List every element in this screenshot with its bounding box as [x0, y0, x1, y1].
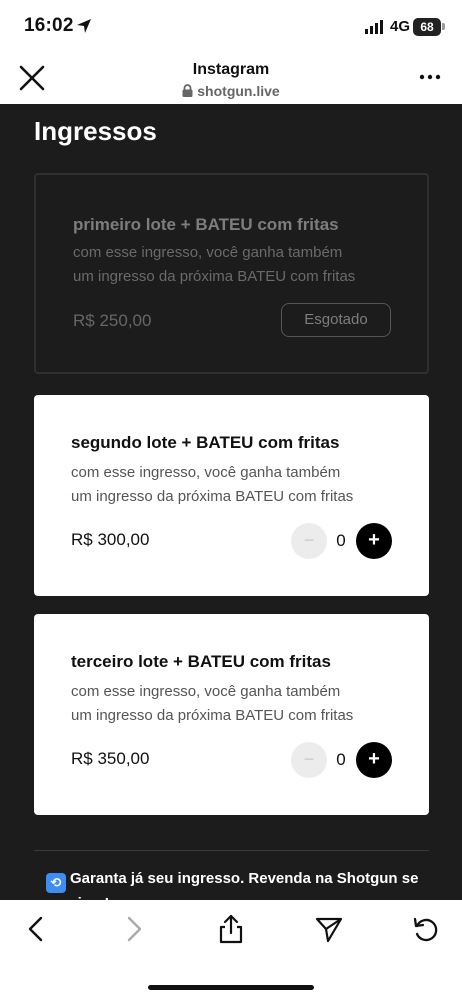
lock-icon: [182, 84, 193, 97]
ticket-price: R$ 350,00: [71, 749, 150, 768]
url-text: shotgun.live: [197, 83, 280, 99]
ticket-name: terceiro lote + BATEU com fritas: [71, 652, 331, 671]
ticket-card: segundo lote + BATEU com fritas com esse…: [34, 395, 429, 596]
battery-tip: [442, 23, 445, 30]
increase-quantity-button[interactable]: +: [356, 523, 392, 559]
ticket-price: R$ 300,00: [71, 530, 150, 549]
resale-text: Garanta já seu ingresso. Revenda na Shot…: [46, 870, 419, 900]
decrease-quantity-button[interactable]: −: [291, 742, 327, 778]
section-title: Ingressos: [34, 116, 157, 146]
battery-icon: 68: [413, 18, 441, 36]
increase-quantity-button[interactable]: +: [356, 742, 392, 778]
browser-header: Instagram shotgun.live: [0, 52, 462, 104]
status-time: 16:02: [24, 15, 74, 36]
quantity-value: 0: [336, 531, 346, 550]
quantity-value: 0: [336, 750, 346, 769]
soldout-button: Esgotado: [281, 303, 391, 337]
browser-title: Instagram: [192, 61, 270, 78]
ticket-name: segundo lote + BATEU com fritas: [71, 433, 340, 452]
network-type: 4G: [390, 18, 411, 35]
share-icon[interactable]: [216, 914, 246, 944]
ticket-price: R$ 250,00: [73, 311, 152, 330]
ticket-description-line: com esse ingresso, você ganha também: [71, 683, 341, 700]
ticket-description: com esse ingresso, você ganha também um …: [71, 680, 401, 728]
back-arrow-icon[interactable]: [22, 914, 52, 944]
send-icon[interactable]: [314, 914, 344, 944]
reload-icon[interactable]: [411, 914, 441, 944]
browser-url: shotgun.live: [0, 83, 462, 99]
forward-arrow-icon[interactable]: [118, 914, 148, 944]
location-arrow-icon: [77, 19, 91, 33]
more-icon[interactable]: [418, 72, 442, 82]
ticket-description-line: com esse ingresso, você ganha também: [73, 244, 343, 261]
decrease-quantity-button[interactable]: −: [291, 523, 327, 559]
status-bar: 16:02 4G 68: [0, 0, 462, 52]
ticket-description: com esse ingresso, você ganha também um …: [71, 461, 401, 509]
ticket-description-line: um ingresso da próxima BATEU com fritas: [73, 268, 356, 285]
page-content: Ingressos primeiro lote + BATEU com frit…: [0, 104, 462, 900]
ticket-description-line: um ingresso da próxima BATEU com fritas: [71, 707, 354, 724]
ticket-card: terceiro lote + BATEU com fritas com ess…: [34, 614, 429, 815]
ticket-name: primeiro lote + BATEU com fritas: [73, 215, 339, 234]
divider: [34, 850, 429, 851]
resale-message: ⟲ Garanta já seu ingresso. Revenda na Sho…: [46, 868, 426, 900]
ticket-description: com esse ingresso, você ganha também um …: [73, 241, 403, 289]
repeat-icon: ⟲: [46, 873, 66, 893]
ticket-card-soldout: primeiro lote + BATEU com fritas com ess…: [34, 173, 429, 374]
signal-icon: [365, 20, 383, 34]
ticket-description-line: com esse ingresso, você ganha também: [71, 464, 341, 481]
home-indicator: [148, 985, 314, 990]
ticket-description-line: um ingresso da próxima BATEU com fritas: [71, 488, 354, 505]
